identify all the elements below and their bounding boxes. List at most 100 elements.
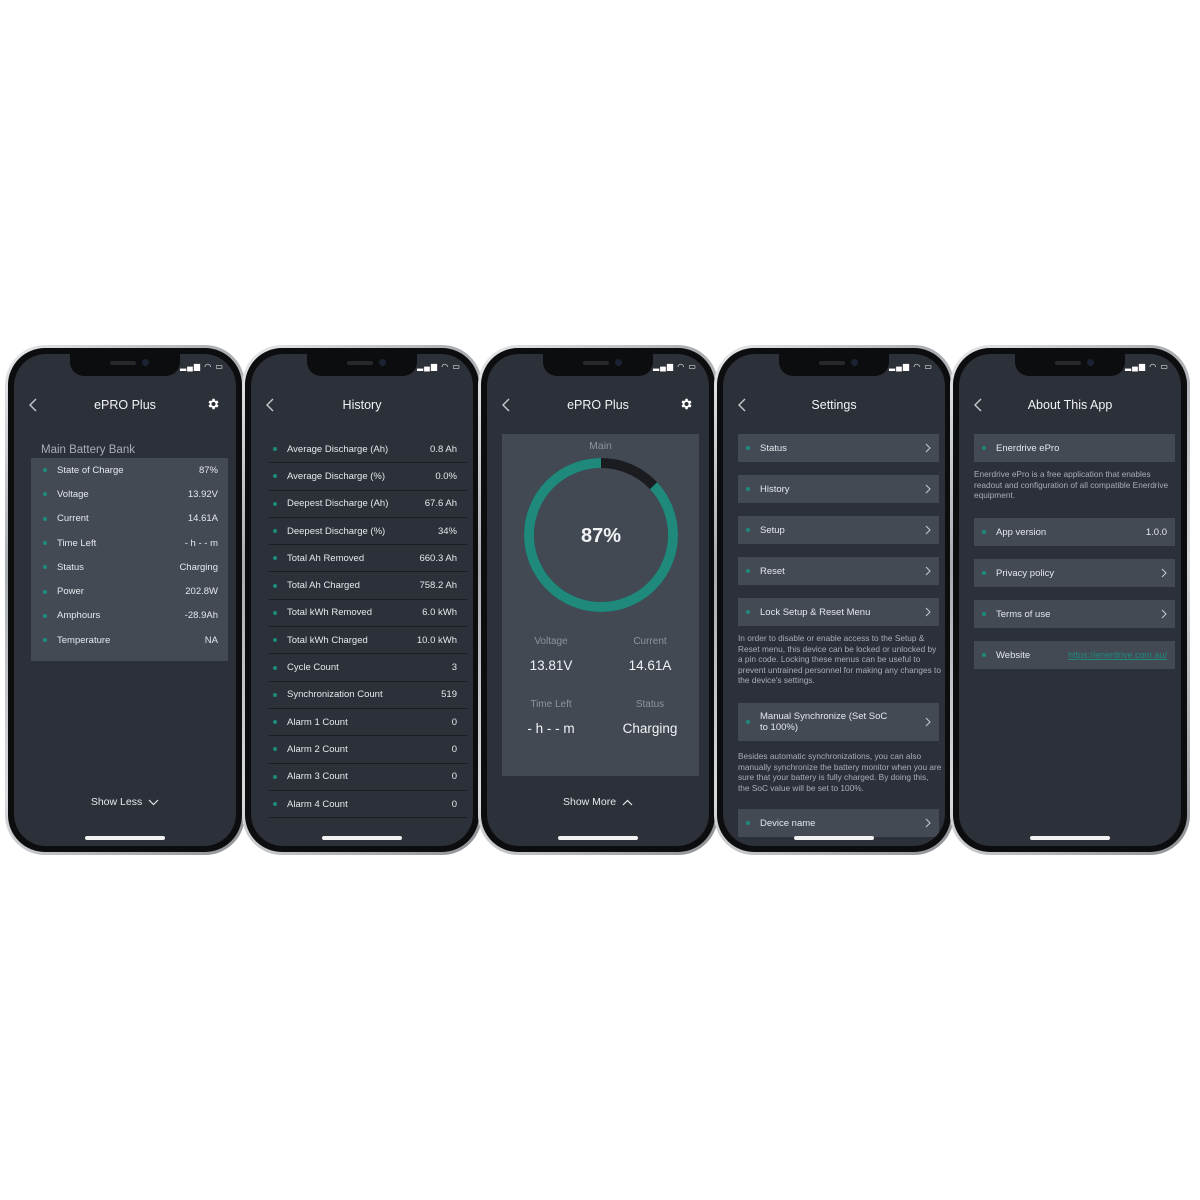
- menu-item-history[interactable]: History: [738, 475, 939, 503]
- page-title: History: [342, 398, 382, 412]
- app-name-row: Enerdrive ePro: [974, 434, 1175, 462]
- chevron-right-icon: [925, 818, 931, 828]
- chevron-right-icon: [925, 443, 931, 453]
- bullet-dot: [273, 774, 277, 779]
- menu-item-reset[interactable]: Reset: [738, 557, 939, 585]
- terms-of-use-label: Terms of use: [996, 608, 1051, 620]
- menu-item-label: History: [760, 483, 790, 495]
- screen-dashboard-list: ▂▄▆ ◠ ▭ ePRO Plus Main Battery Bank Stat…: [14, 354, 236, 846]
- list-item: Temperature NA: [31, 628, 228, 652]
- app-version-row: App version 1.0.0: [974, 518, 1175, 546]
- bullet-dot: [273, 447, 277, 452]
- website-link[interactable]: https://enerdrive.com.au/: [1068, 650, 1167, 660]
- menu-item-label: Setup: [760, 524, 785, 536]
- phone-frame-about: ▂▄▆ ◠ ▭ About This App Enerdrive ePro En…: [950, 345, 1190, 855]
- row-label: Amphours: [57, 610, 101, 622]
- list-item: State of Charge 87%: [31, 458, 228, 482]
- row-value: 87%: [198, 464, 218, 476]
- menu-item-device-name[interactable]: Device name: [738, 809, 939, 837]
- show-less-label: Show Less: [90, 796, 143, 808]
- nav-bar: ePRO Plus: [14, 394, 236, 416]
- list-item: Total kWh Removed 6.0 kWh: [269, 600, 467, 628]
- voltage-label: Voltage: [534, 636, 568, 647]
- time-left-label: Time Left: [530, 699, 572, 710]
- row-label: Status: [57, 561, 84, 573]
- page-title: About This App: [1027, 398, 1113, 412]
- row-label: Cycle Count: [287, 662, 339, 674]
- phone-frame-dashboard-list: ▂▄▆ ◠ ▭ ePRO Plus Main Battery Bank Stat…: [5, 345, 245, 855]
- row-value: 202.8W: [185, 586, 218, 598]
- row-label: State of Charge: [57, 464, 124, 476]
- menu-item-status[interactable]: Status: [738, 434, 939, 462]
- page-title: Settings: [811, 398, 857, 412]
- row-value: 0: [451, 743, 457, 755]
- home-indicator: [322, 836, 402, 840]
- list-item: Synchronization Count 519: [269, 682, 467, 709]
- row-value: 0: [451, 798, 457, 810]
- row-label: Deepest Discharge (Ah): [287, 498, 389, 510]
- menu-item-lock-setup-reset[interactable]: Lock Setup & Reset Menu: [738, 598, 939, 626]
- gear-icon[interactable]: [679, 397, 693, 411]
- row-value: 67.6 Ah: [424, 498, 457, 510]
- back-chevron-icon[interactable]: [973, 398, 983, 412]
- bullet-dot: [273, 501, 277, 506]
- row-value: 13.92V: [187, 488, 218, 500]
- back-chevron-icon[interactable]: [28, 398, 38, 412]
- notch: [543, 354, 653, 376]
- list-item: Power 202.8W: [31, 579, 228, 603]
- screen-settings: ▂▄▆ ◠ ▭ Settings Status History Setup Re…: [723, 354, 945, 846]
- back-chevron-icon[interactable]: [265, 398, 275, 412]
- app-version-label: App version: [996, 526, 1047, 538]
- history-list: Average Discharge (Ah) 0.8 Ah Average Dis…: [269, 436, 467, 819]
- main-gauge-card: Main 87% Voltage 13.81V Current 14.61A T…: [502, 434, 699, 776]
- status-bar-icons: ▂▄▆ ◠ ▭: [180, 362, 224, 371]
- page-title: ePRO Plus: [94, 398, 156, 412]
- row-value: 10.0 kWh: [416, 634, 457, 646]
- row-label: Average Discharge (Ah): [287, 443, 389, 455]
- chevron-up-icon: [622, 799, 633, 806]
- row-label: Alarm 2 Count: [287, 743, 348, 755]
- show-more-button[interactable]: Show More: [487, 796, 709, 808]
- status-value: Charging: [622, 721, 678, 736]
- status-stat: Status Charging: [601, 699, 699, 736]
- bullet-dot: [273, 747, 277, 752]
- home-indicator: [794, 836, 874, 840]
- bullet-dot: [43, 638, 47, 643]
- row-label: Average Discharge (%): [287, 470, 386, 482]
- bullet-dot: [273, 665, 277, 670]
- bullet-dot: [273, 692, 277, 697]
- back-chevron-icon[interactable]: [501, 398, 511, 412]
- show-less-button[interactable]: Show Less: [14, 796, 236, 808]
- bullet-dot: [43, 468, 47, 473]
- back-chevron-icon[interactable]: [737, 398, 747, 412]
- status-bar-icons: ▂▄▆ ◠ ▭: [417, 362, 461, 371]
- bullet-dot: [273, 556, 277, 561]
- privacy-policy-row[interactable]: Privacy policy: [974, 559, 1175, 587]
- row-label: Power: [57, 586, 84, 598]
- website-label: Website: [996, 649, 1031, 661]
- terms-of-use-row[interactable]: Terms of use: [974, 600, 1175, 628]
- row-value: 34%: [437, 525, 457, 537]
- notch: [70, 354, 180, 376]
- row-label: Time Left: [57, 537, 97, 549]
- row-label: Total Ah Charged: [287, 580, 360, 592]
- status-bar-icons: ▂▄▆ ◠ ▭: [889, 362, 933, 371]
- phone-frame-settings: ▂▄▆ ◠ ▭ Settings Status History Setup Re…: [714, 345, 954, 855]
- gear-icon[interactable]: [206, 397, 220, 411]
- menu-item-setup[interactable]: Setup: [738, 516, 939, 544]
- bullet-dot: [746, 528, 750, 532]
- list-item: Voltage 13.92V: [31, 482, 228, 506]
- bullet-dot: [746, 487, 750, 491]
- chevron-right-icon: [1161, 609, 1167, 619]
- row-label: Synchronization Count: [287, 689, 383, 701]
- row-label: Total Ah Removed: [287, 552, 365, 564]
- bullet-dot: [982, 653, 986, 657]
- chevron-down-icon: [148, 799, 159, 806]
- notch: [307, 354, 417, 376]
- row-value: -28.9Ah: [184, 610, 218, 622]
- list-item: Alarm 2 Count 0: [269, 736, 467, 764]
- row-value: 0: [451, 771, 457, 783]
- home-indicator: [558, 836, 638, 840]
- menu-item-manual-synchronize[interactable]: Manual Synchronize (Set SoC to 100%): [738, 703, 939, 741]
- bullet-dot: [746, 821, 750, 825]
